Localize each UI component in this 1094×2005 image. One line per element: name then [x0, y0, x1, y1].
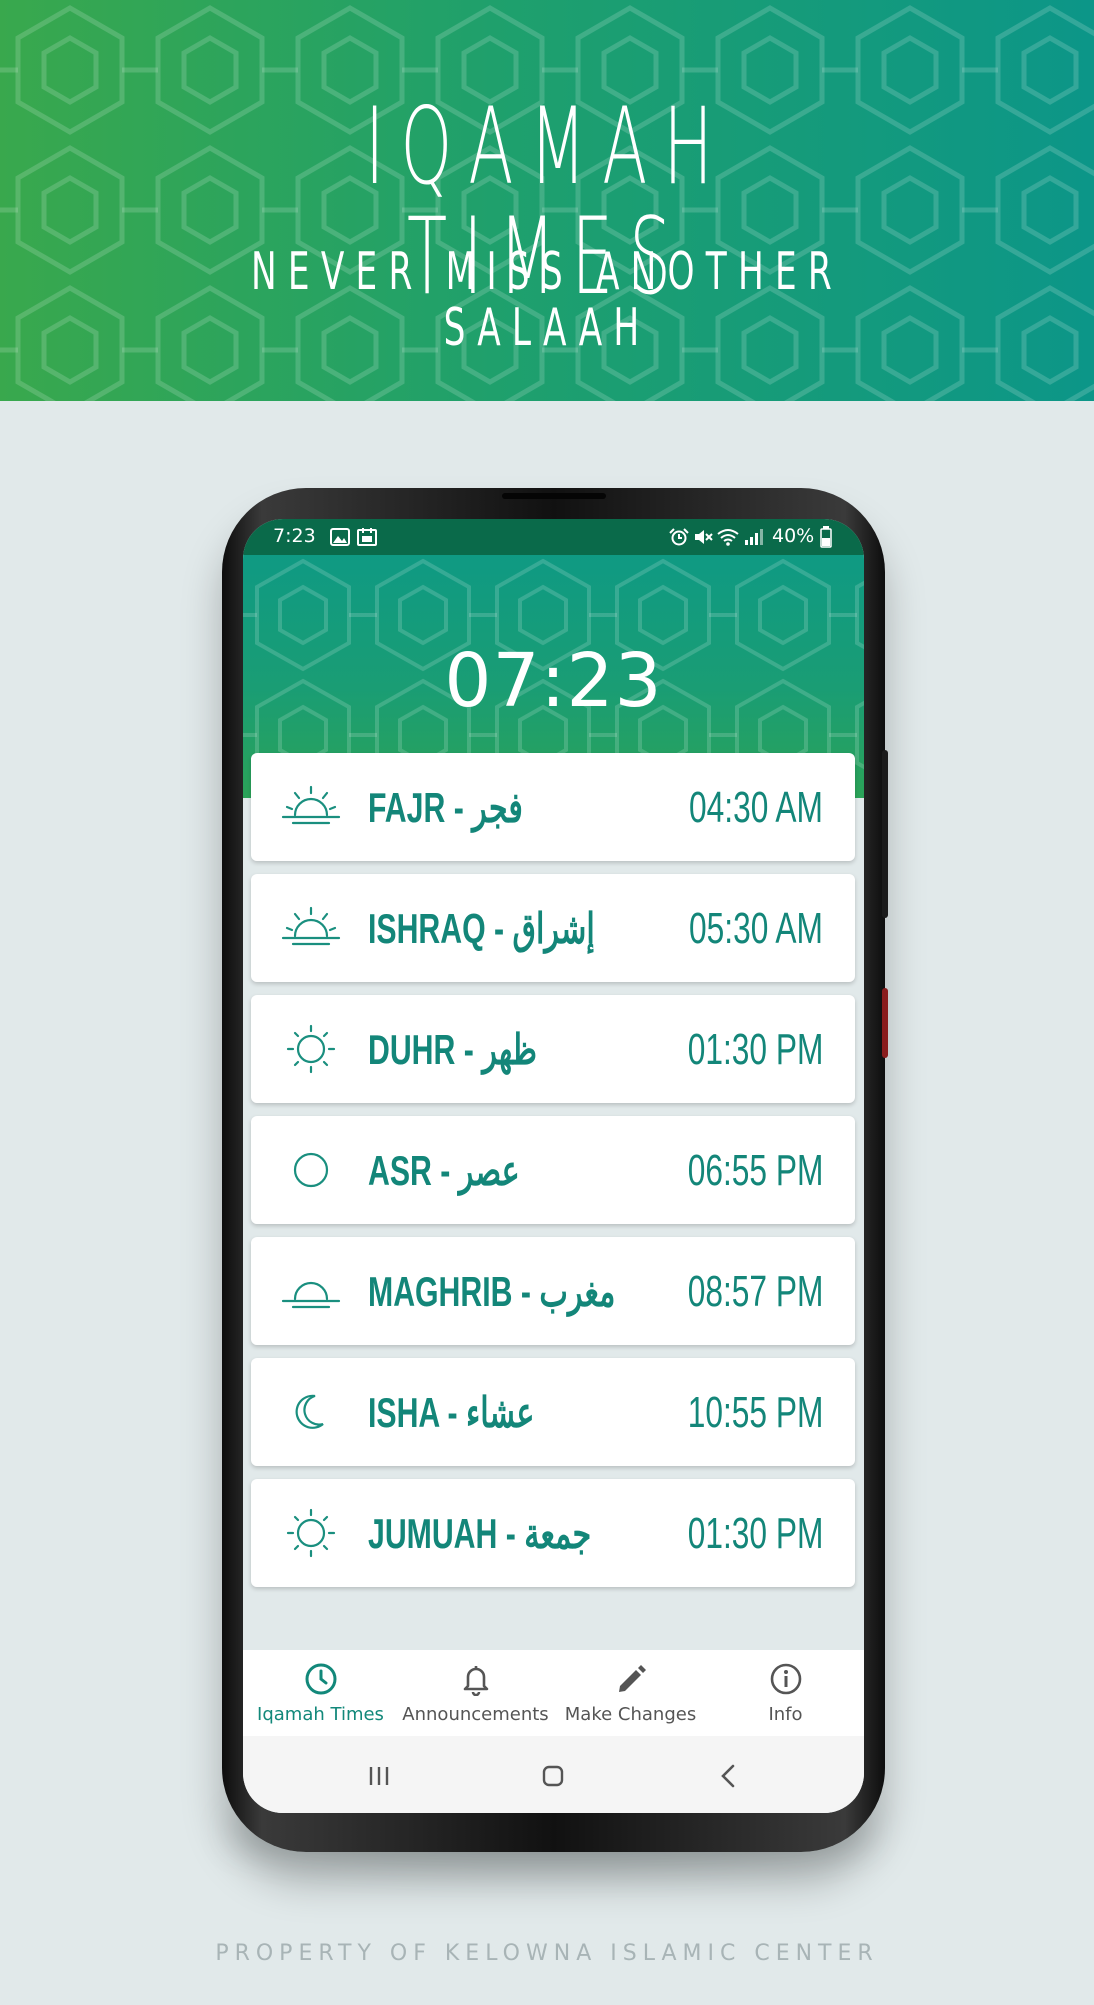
wifi-icon: [717, 529, 739, 546]
power-key: [882, 988, 888, 1058]
status-time: 7:23: [273, 525, 316, 547]
home-icon[interactable]: [533, 1756, 573, 1796]
prayer-card-maghrib[interactable]: MAGHRIB - مغرب 08:57 PM: [251, 1237, 855, 1345]
bell-icon: [463, 1666, 489, 1696]
prayer-name: JUMUAH - جمعة: [368, 1510, 592, 1557]
alarm-icon: [669, 528, 689, 546]
clock-icon: [305, 1663, 337, 1695]
calendar-icon: [357, 528, 377, 546]
prayer-time: 01:30 PM: [687, 1025, 823, 1074]
sunrise-icon: [281, 785, 341, 825]
prayer-name: MAGHRIB - مغرب: [368, 1268, 616, 1315]
prayer-name: ISHRAQ - إشراق: [368, 905, 595, 952]
nav-tab-make-changes[interactable]: Make Changes: [553, 1650, 708, 1736]
nav-tab-info[interactable]: Info: [708, 1650, 863, 1736]
nav-tab-iqamah-times[interactable]: Iqamah Times: [243, 1650, 398, 1736]
prayer-card-isha[interactable]: ISHA - عشاء 10:55 PM: [251, 1358, 855, 1466]
status-bar: 7:23 40%: [243, 519, 864, 555]
signal-icon: [745, 529, 763, 545]
mute-icon: [695, 530, 713, 544]
info-icon: [770, 1663, 802, 1695]
prayer-name: DUHR - ظهر: [368, 1026, 537, 1073]
battery-icon: [820, 526, 832, 548]
nav-label: Make Changes: [564, 1704, 697, 1725]
back-icon[interactable]: [709, 1756, 749, 1796]
prayer-time: 06:55 PM: [687, 1146, 823, 1195]
prayer-time: 01:30 PM: [687, 1509, 823, 1558]
sun-icon: [286, 1508, 336, 1558]
sun-icon: [286, 1024, 336, 1074]
image-icon: [330, 528, 350, 546]
prayer-card-asr[interactable]: ASR - عصر 06:55 PM: [251, 1116, 855, 1224]
volume-key: [882, 750, 888, 918]
sunset-icon: [281, 1281, 341, 1309]
prayer-name: ISHA - عشاء: [368, 1389, 535, 1436]
phone-screen: 7:23 40% 07:23 FAJR - فجر 04:30 AM ISHRA…: [243, 519, 864, 1813]
prayer-name: ASR - عصر: [368, 1147, 520, 1194]
nav-label: Announcements: [402, 1704, 549, 1725]
prayer-time: 10:55 PM: [687, 1388, 823, 1437]
nav-label: Info: [768, 1704, 803, 1725]
recents-icon[interactable]: [359, 1756, 399, 1796]
current-time-clock: 07:23: [444, 638, 663, 724]
footer-credit: PROPERTY OF KELOWNA ISLAMIC CENTER: [215, 1941, 879, 1966]
prayer-card-fajr[interactable]: FAJR - فجر 04:30 AM: [251, 753, 855, 861]
earpiece: [502, 493, 606, 499]
prayer-card-ishraq[interactable]: ISHRAQ - إشراق 05:30 AM: [251, 874, 855, 982]
promo-banner: IQAMAH TIMES NEVER MISS ANOTHER SALAAH: [0, 0, 1094, 401]
nav-tab-announcements[interactable]: Announcements: [398, 1650, 553, 1736]
system-navigation-bar: [243, 1736, 864, 1813]
bottom-navigation: Iqamah Times Announcements Make Changes: [243, 1650, 864, 1736]
prayer-card-duhr[interactable]: DUHR - ظهر 01:30 PM: [251, 995, 855, 1103]
prayer-time: 04:30 AM: [689, 783, 823, 832]
pencil-icon: [619, 1665, 646, 1692]
prayer-name: FAJR - فجر: [368, 784, 523, 831]
prayer-time: 05:30 AM: [689, 904, 823, 953]
prayer-time: 08:57 PM: [687, 1267, 823, 1316]
moon-icon: [295, 1394, 324, 1429]
sunrise-icon: [281, 906, 341, 946]
battery-level: 40%: [772, 525, 815, 547]
prayer-card-jumuah[interactable]: JUMUAH - جمعة 01:30 PM: [251, 1479, 855, 1587]
circle-icon: [293, 1152, 329, 1188]
nav-label: Iqamah Times: [257, 1704, 384, 1725]
banner-subtitle: NEVER MISS ANOTHER SALAAH: [251, 242, 843, 358]
